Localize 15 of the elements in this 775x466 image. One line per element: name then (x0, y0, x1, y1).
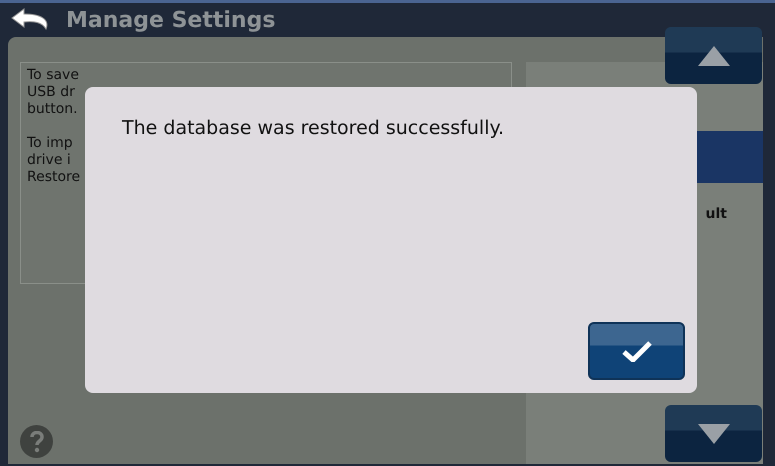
help-icon[interactable] (20, 425, 53, 458)
info-text-line: drive i (27, 152, 72, 169)
screen-title: Manage Settings (66, 8, 276, 32)
info-text-line: button. (27, 101, 79, 118)
info-text-line: To imp (27, 135, 74, 152)
info-text-line: To save (27, 67, 80, 84)
scroll-up-button[interactable] (665, 27, 762, 84)
info-text-line: Restore (27, 169, 82, 186)
scroll-down-button[interactable] (665, 405, 762, 462)
ok-button[interactable] (588, 322, 685, 380)
checkmark-icon (622, 340, 652, 362)
down-triangle-icon (698, 424, 730, 444)
dialog-message: The database was restored successfully. (122, 117, 506, 139)
up-triangle-icon (698, 46, 730, 66)
info-text-line: USB dr (27, 84, 76, 101)
